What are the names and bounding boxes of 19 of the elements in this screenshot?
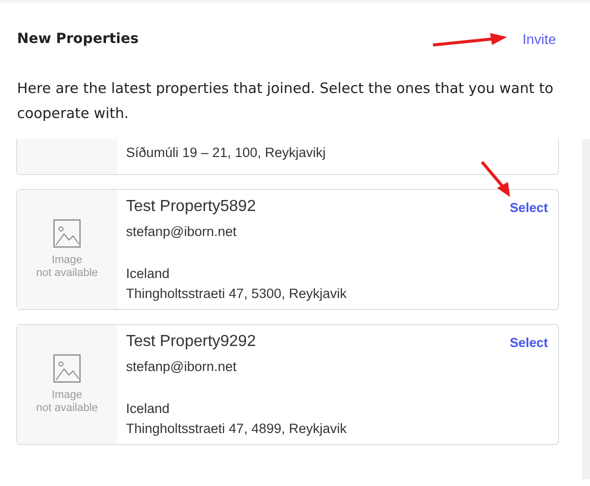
image-icon [53,354,81,383]
property-address: Síðumúli 19 – 21, 100, Reykjavikj [126,145,326,160]
property-email: stefanp@iborn.net [126,359,237,374]
property-address: Thingholtsstraeti 47, 5300, Reykjavik [126,286,347,301]
property-email: stefanp@iborn.net [126,224,237,239]
property-address: Thingholtsstraeti 47, 4899, Reykjavik [126,421,347,436]
image-icon [53,219,81,248]
section-title: New Properties [17,31,139,47]
select-link[interactable]: Select [510,200,548,215]
property-country: Iceland [126,266,170,281]
property-name: Test Property9292 [126,333,256,351]
image-caption: Image not available [36,254,98,280]
select-link[interactable]: Select [510,335,548,350]
description-text: Here are the latest properties that joined. Select the ones that you want to cooperate with. [17,80,554,124]
property-country: Iceland [126,401,170,416]
invite-link[interactable]: Invite [522,31,556,47]
property-name: Test Property5892 [126,198,256,216]
image-caption: Image not available [36,389,98,415]
annotation-arrow [480,160,512,198]
